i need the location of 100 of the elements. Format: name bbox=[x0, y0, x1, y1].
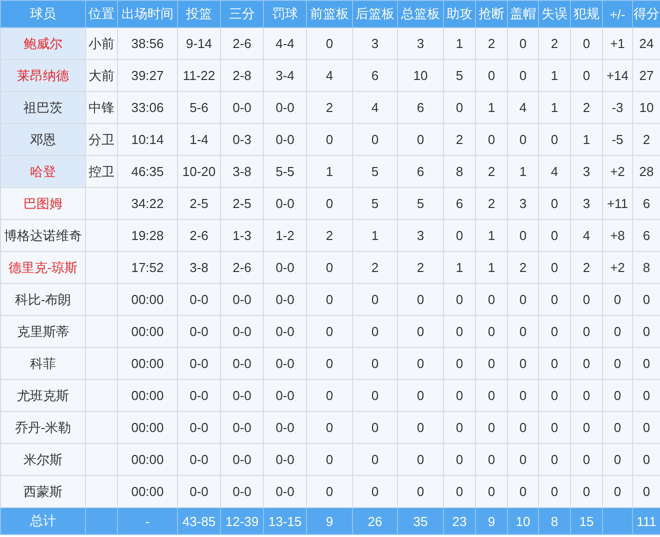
table-cell: 0 bbox=[550, 420, 558, 435]
table-cell: -3 bbox=[612, 100, 624, 115]
table-cell: 0 bbox=[326, 196, 334, 211]
table-cell: 0 bbox=[519, 228, 527, 243]
table-cell: 0 bbox=[488, 452, 496, 467]
table-cell: 0 bbox=[642, 420, 650, 435]
table-cell: -5 bbox=[612, 132, 624, 147]
table-cell: 6 bbox=[642, 196, 650, 211]
table-cell: 0 bbox=[550, 260, 558, 275]
total-cell: 13-15 bbox=[268, 514, 302, 528]
table-cell: 0 bbox=[519, 452, 527, 467]
table-cell: 0 bbox=[642, 356, 650, 371]
table-cell: 0-0 bbox=[232, 292, 252, 307]
table-cell: 0 bbox=[642, 324, 650, 339]
table-cell: 2 bbox=[582, 100, 590, 115]
table-cell: 3-8 bbox=[190, 260, 208, 275]
table-cell: 0-0 bbox=[190, 324, 208, 339]
table-cell: 0 bbox=[371, 324, 379, 339]
table-cell: 1 bbox=[456, 260, 464, 275]
table-cell: 0-0 bbox=[276, 452, 294, 467]
table-cell: 4 bbox=[582, 228, 590, 243]
table-cell: 19:28 bbox=[131, 228, 164, 243]
table-cell: 0 bbox=[326, 260, 334, 275]
table-cell: 0 bbox=[371, 292, 379, 307]
column-header: 得分 bbox=[634, 6, 660, 21]
player-name: 米尔斯 bbox=[24, 452, 62, 466]
table-cell: 5-5 bbox=[276, 164, 294, 179]
table-cell: +2 bbox=[610, 164, 625, 179]
table-cell: 0 bbox=[326, 292, 334, 307]
table-cell: 0 bbox=[614, 324, 622, 339]
table-cell: 0-3 bbox=[232, 132, 252, 147]
table-cell: 0 bbox=[371, 420, 379, 435]
total-cell: 10 bbox=[516, 514, 530, 528]
column-header: 三分 bbox=[229, 6, 255, 21]
table-cell: 1-4 bbox=[190, 132, 208, 147]
table-cell: 0 bbox=[519, 68, 527, 83]
table-cell: 0 bbox=[582, 36, 590, 51]
table-cell: 3 bbox=[416, 36, 424, 51]
table-cell: 4 bbox=[519, 100, 527, 115]
column-header: 罚球 bbox=[272, 6, 298, 21]
table-cell: 2 bbox=[642, 132, 650, 147]
table-cell: 0 bbox=[582, 420, 590, 435]
table-cell: 0 bbox=[416, 388, 424, 403]
player-name: 尤班克斯 bbox=[17, 388, 69, 402]
column-header: 盖帽 bbox=[510, 6, 536, 21]
table-cell: 0-0 bbox=[232, 452, 252, 467]
table-cell: 4 bbox=[371, 100, 379, 115]
table-cell: +14 bbox=[606, 68, 629, 83]
table-cell: 0-0 bbox=[276, 356, 294, 371]
table-cell: 1 bbox=[488, 260, 496, 275]
table-cell: 2-5 bbox=[232, 196, 252, 211]
table-cell: 2 bbox=[371, 260, 379, 275]
table-cell: 0 bbox=[550, 292, 558, 307]
table-cell: 2 bbox=[326, 228, 334, 243]
table-cell: 1 bbox=[582, 132, 590, 147]
table-cell: 2-8 bbox=[232, 68, 252, 83]
table-cell: 00:00 bbox=[131, 452, 164, 467]
column-header: 球员 bbox=[30, 6, 56, 21]
table-cell: 0-0 bbox=[190, 356, 208, 371]
table-cell: 0 bbox=[519, 324, 527, 339]
table-cell: 2 bbox=[519, 260, 527, 275]
table-cell: 6 bbox=[416, 100, 424, 115]
table-cell: 0 bbox=[456, 324, 464, 339]
table-cell: 0-0 bbox=[232, 324, 252, 339]
table-cell: 1-2 bbox=[276, 228, 294, 243]
player-name: 博格达诺维奇 bbox=[4, 228, 82, 242]
table-cell: 0 bbox=[416, 420, 424, 435]
table-cell: +11 bbox=[606, 196, 628, 211]
table-cell: 0 bbox=[456, 228, 464, 243]
table-cell: 6 bbox=[416, 164, 424, 179]
table-cell: 8 bbox=[642, 260, 650, 275]
table-cell: 0 bbox=[550, 196, 558, 211]
table-cell: 2 bbox=[488, 164, 496, 179]
column-header: 投篮 bbox=[186, 6, 212, 21]
table-cell: 0-0 bbox=[276, 484, 294, 499]
table-cell: 0 bbox=[519, 36, 527, 51]
table-cell: 0-0 bbox=[232, 100, 252, 115]
table-cell: 2-5 bbox=[190, 196, 208, 211]
table-cell: 27 bbox=[639, 68, 654, 83]
table-cell: 0 bbox=[456, 356, 464, 371]
column-header: 后篮板 bbox=[356, 6, 394, 21]
table-cell: 38:56 bbox=[131, 36, 164, 51]
table-cell: 0-0 bbox=[232, 388, 252, 403]
table-cell: 0 bbox=[326, 132, 334, 147]
player-name: 科菲 bbox=[30, 356, 56, 370]
table-cell: 0 bbox=[582, 324, 590, 339]
total-cell: 26 bbox=[368, 514, 382, 528]
table-cell: 0-0 bbox=[190, 388, 208, 403]
player-name: 巴图姆 bbox=[24, 196, 62, 210]
table-cell: 1 bbox=[326, 164, 334, 179]
table-cell: 39:27 bbox=[131, 68, 164, 83]
table-cell: 0 bbox=[456, 452, 464, 467]
table-cell: 0 bbox=[371, 132, 379, 147]
table-cell: 0 bbox=[456, 388, 464, 403]
table-cell: 2-6 bbox=[232, 36, 252, 51]
total-cell: 43-85 bbox=[182, 514, 216, 528]
table-cell: 0 bbox=[550, 388, 558, 403]
table-cell: 0 bbox=[519, 132, 527, 147]
table-cell: 0 bbox=[642, 484, 650, 499]
table-cell: 0-0 bbox=[232, 484, 252, 499]
